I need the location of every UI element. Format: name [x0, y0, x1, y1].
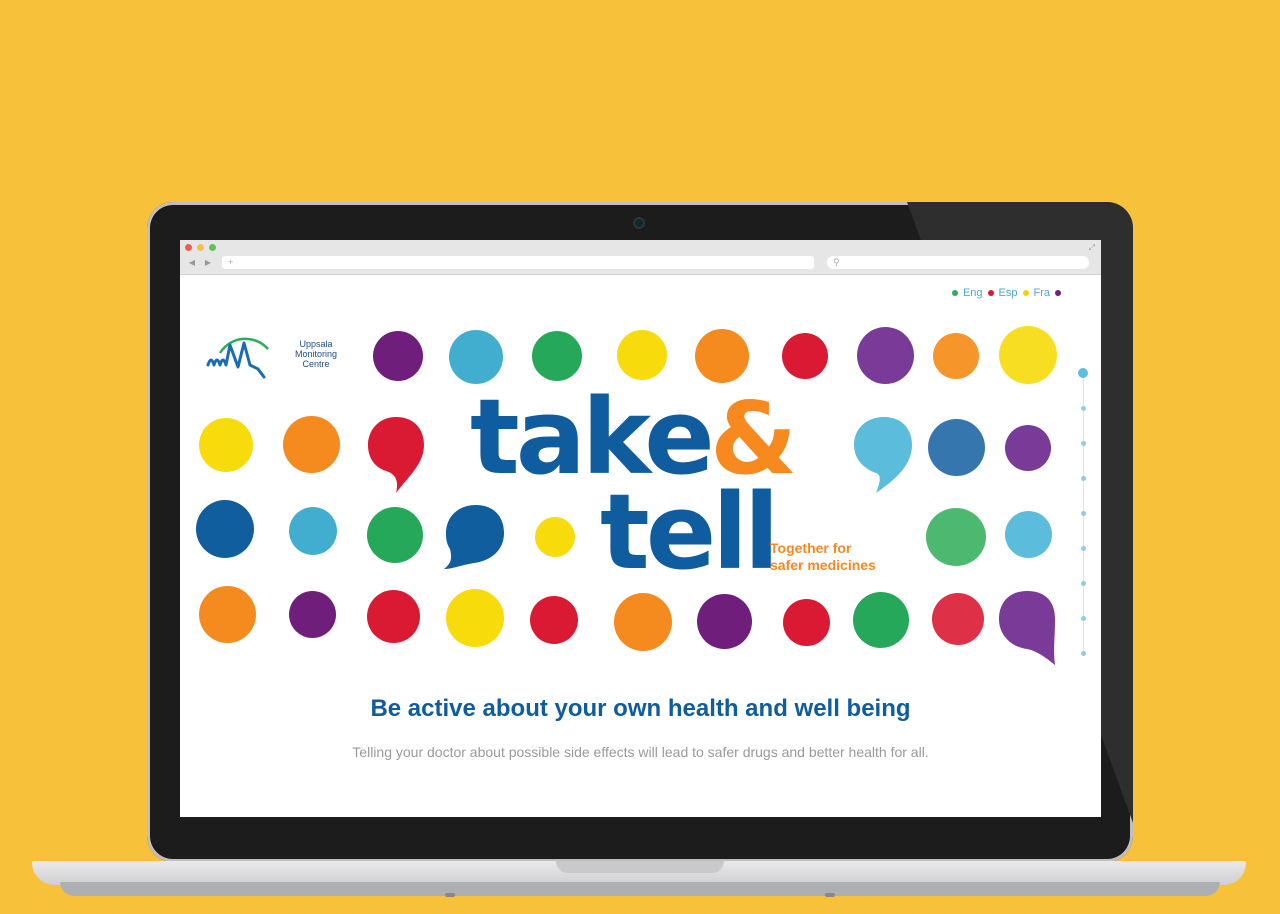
browser-window: ◀ ▶ + ⚲ ⤢ Eng Esp Fra Uppsala Monitoring — [180, 240, 1101, 817]
tagline-line-2: safer medicines — [770, 557, 876, 573]
search-icon: ⚲ — [833, 257, 840, 267]
decorative-dot — [933, 333, 979, 379]
decorative-dot — [697, 594, 752, 649]
scroll-nav-dot[interactable] — [1081, 546, 1086, 551]
page-headline: Be active about your own health and well… — [370, 695, 911, 722]
browser-chrome: ◀ ▶ + ⚲ ⤢ — [180, 240, 1101, 275]
umc-logo[interactable]: Uppsala Monitoring Centre — [206, 331, 346, 381]
fullscreen-icon[interactable]: ⤢ — [1089, 243, 1095, 253]
scroll-nav-dot[interactable] — [1081, 616, 1086, 621]
decorative-dot — [535, 517, 575, 557]
decorative-dot — [367, 590, 420, 643]
lang-dot — [1055, 290, 1061, 296]
scroll-nav-dot[interactable] — [1081, 406, 1086, 411]
decorative-dot — [614, 593, 672, 651]
lang-esp-link[interactable]: Esp — [999, 287, 1018, 299]
scroll-nav-dot[interactable] — [1081, 581, 1086, 586]
decorative-dot — [283, 416, 340, 473]
decorative-dot — [199, 586, 256, 643]
laptop-base-bottom — [60, 882, 1220, 896]
umc-logo-mark — [206, 337, 269, 379]
decorative-dot — [695, 329, 749, 383]
page-subline: Telling your doctor about possible side … — [352, 744, 929, 760]
forward-icon[interactable]: ▶ — [202, 258, 214, 268]
web-page: Eng Esp Fra Uppsala Monitoring Centre ta… — [180, 275, 1101, 817]
logo-text: Uppsala Monitoring Centre — [286, 339, 346, 369]
logo-line-3: Centre — [302, 359, 330, 369]
decorative-dot — [853, 592, 909, 648]
decorative-dot — [196, 500, 254, 558]
scroll-nav-dot[interactable] — [1081, 441, 1086, 446]
speech-bubble-icon — [999, 591, 1055, 665]
lang-dot — [1022, 290, 1029, 296]
logo-line-1: Uppsala — [299, 339, 333, 349]
tagline-line-1: Together for — [770, 540, 852, 556]
decorative-dot — [446, 589, 504, 647]
laptop-notch — [556, 861, 724, 873]
browser-search-field[interactable]: ⚲ — [827, 256, 1089, 269]
decorative-dot — [857, 327, 914, 384]
address-bar[interactable]: + — [222, 256, 814, 269]
scroll-nav-dot[interactable] — [1081, 511, 1086, 516]
laptop-foot — [445, 893, 455, 897]
decorative-dot — [617, 330, 667, 380]
tagline: Together for safer medicines — [770, 540, 876, 574]
speech-bubble-icon — [444, 505, 504, 569]
decorative-dot — [532, 331, 582, 381]
camera-icon — [635, 219, 643, 227]
decorative-dot — [783, 599, 830, 646]
maximize-window-button[interactable] — [209, 244, 216, 251]
back-icon[interactable]: ◀ — [186, 258, 198, 268]
language-switcher: Eng Esp Fra — [951, 287, 1061, 299]
lang-dot — [951, 290, 958, 296]
scroll-nav-dot-active[interactable] — [1078, 368, 1088, 378]
minimize-window-button[interactable] — [197, 244, 204, 251]
speech-bubble-icon — [854, 417, 912, 493]
decorative-dot — [1005, 511, 1052, 558]
decorative-dot — [289, 591, 336, 638]
decorative-dot — [289, 507, 337, 555]
lang-dot — [987, 290, 994, 296]
lang-eng-link[interactable]: Eng — [963, 287, 983, 299]
decorative-dot — [932, 593, 984, 645]
decorative-dot — [926, 508, 986, 566]
decorative-dot — [530, 596, 578, 644]
scroll-nav-dot[interactable] — [1081, 651, 1086, 656]
decorative-dot — [1005, 425, 1051, 471]
lang-fra-link[interactable]: Fra — [1034, 287, 1051, 299]
decorative-dot — [199, 418, 253, 472]
speech-bubble-icon — [368, 417, 424, 493]
brand-word-tell: tell — [600, 471, 780, 593]
logo-line-2: Monitoring — [294, 349, 338, 359]
close-window-button[interactable] — [185, 244, 192, 251]
scroll-nav-dot[interactable] — [1081, 476, 1086, 481]
decorative-dot — [367, 507, 423, 563]
decorative-dot — [782, 333, 828, 379]
decorative-dot — [373, 331, 423, 381]
decorative-dot — [928, 419, 985, 476]
laptop-foot — [825, 893, 835, 897]
decorative-dot — [999, 326, 1057, 384]
